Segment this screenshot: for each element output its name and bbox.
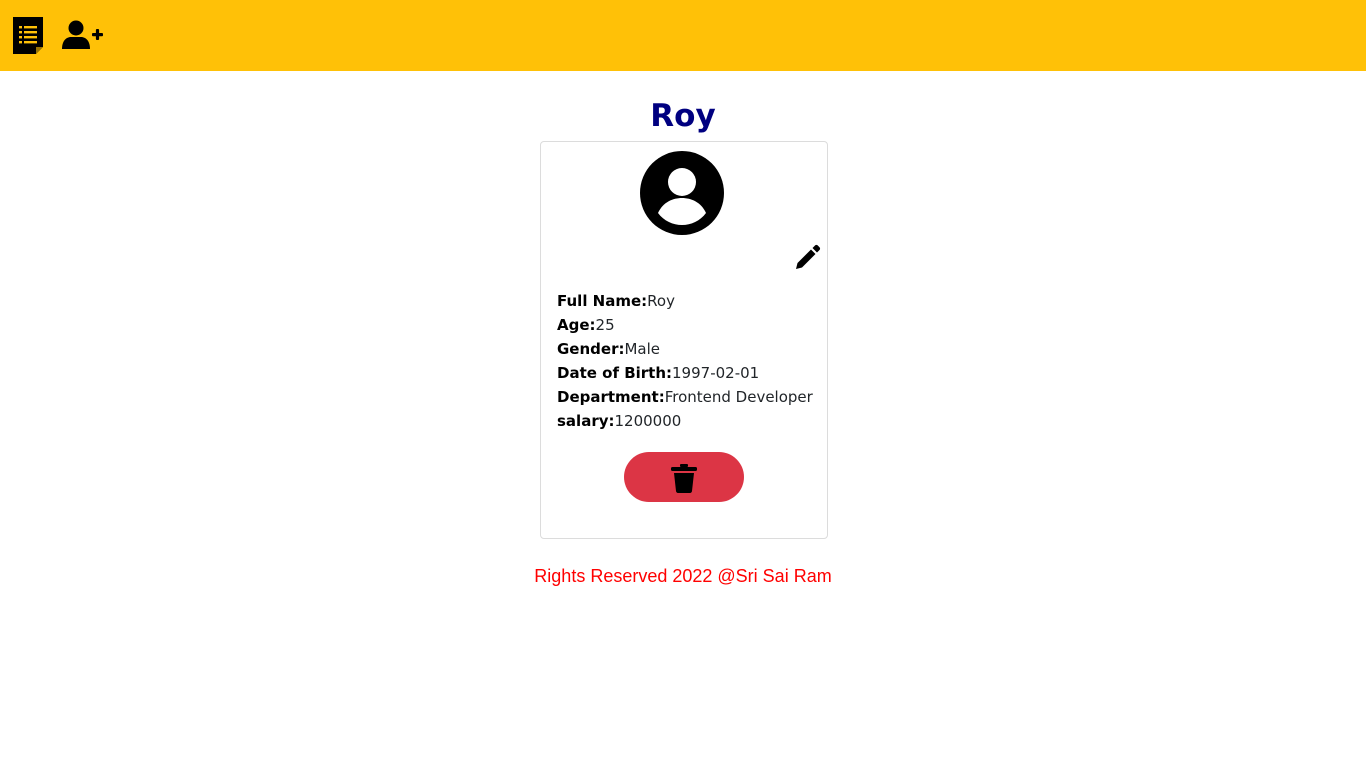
pencil-icon [796,244,821,269]
trash-icon [671,464,697,493]
detail-date-of-birth: Date of Birth:1997-02-01 [557,364,760,382]
delete-button[interactable] [624,452,744,502]
employee-card: Full Name:Roy Age:25 Gender:Male Date of… [540,141,828,539]
top-navbar [0,0,1366,71]
detail-department: Department:Frontend Developer [557,388,813,406]
employee-details: Full Name:Roy Age:25 Gender:Male Date of… [557,289,819,433]
detail-gender: Gender:Male [557,340,661,358]
edit-button[interactable] [793,244,821,272]
employee-list-link[interactable] [13,17,43,54]
detail-full-name: Full Name:Roy [557,292,675,310]
document-list-icon [13,17,43,54]
add-user-icon [62,20,103,49]
page-title: Roy [650,98,716,134]
detail-age: Age:25 [557,316,615,334]
user-circle-icon [640,151,724,235]
footer-copyright: Rights Reserved 2022 @Sri Sai Ram [534,566,832,586]
add-employee-link[interactable] [62,20,104,51]
detail-salary: salary:1200000 [557,412,682,430]
